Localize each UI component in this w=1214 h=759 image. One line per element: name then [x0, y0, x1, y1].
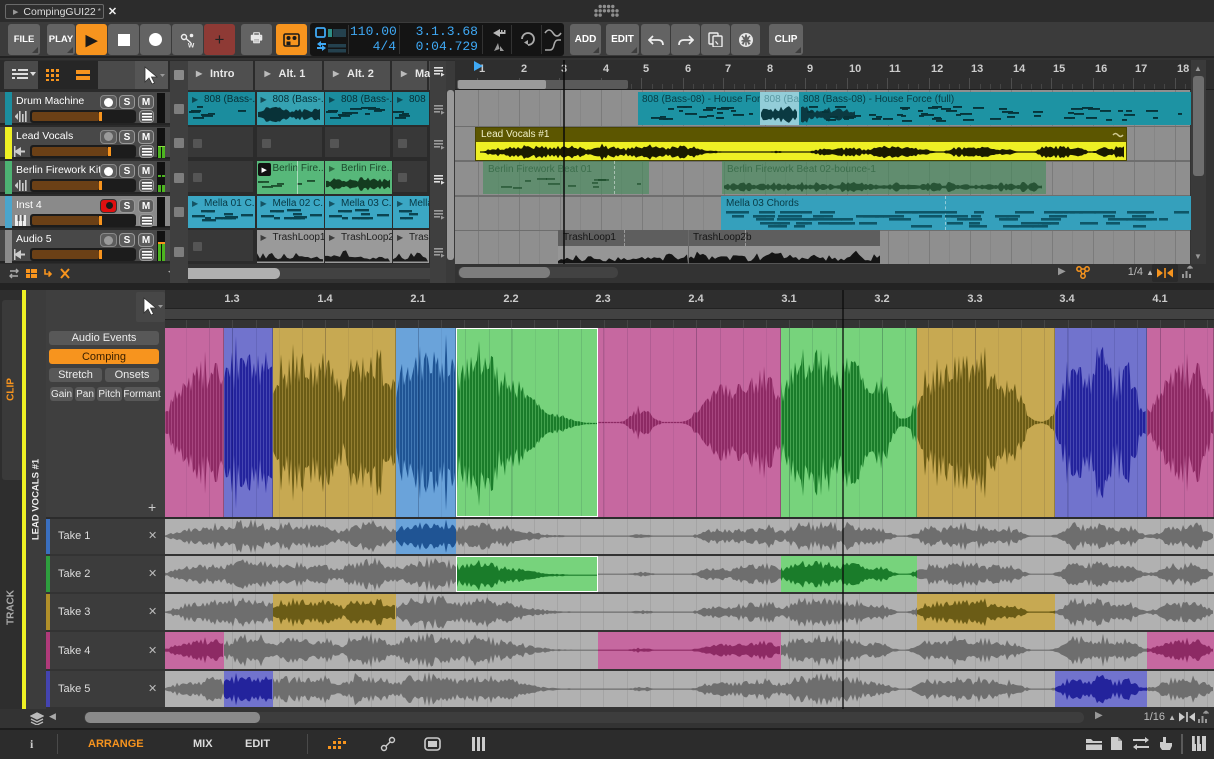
svg-text:w: w	[187, 40, 195, 48]
